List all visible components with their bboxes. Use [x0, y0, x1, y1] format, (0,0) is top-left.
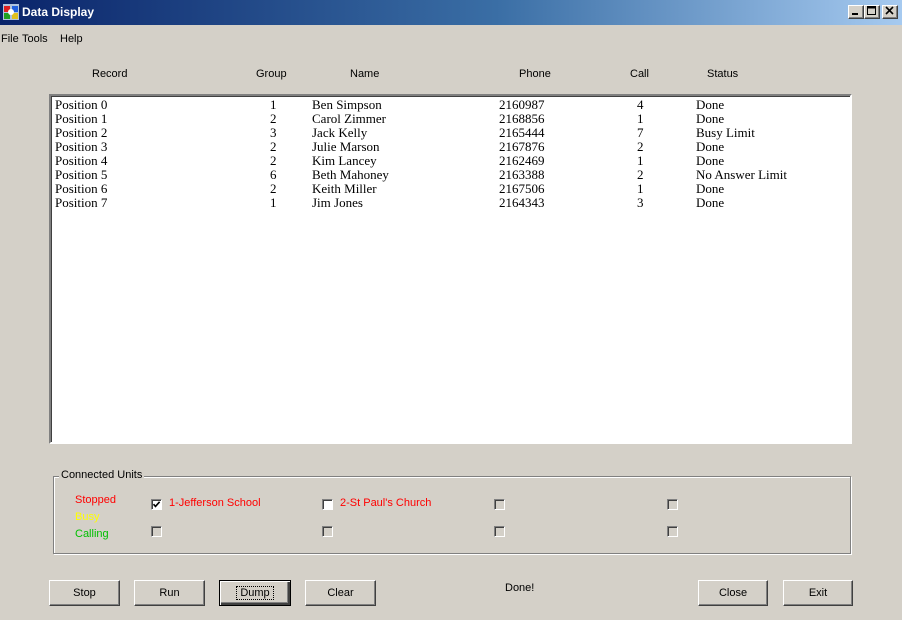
list-item[interactable]: Position 2 3 Jack Kelly 2165444 7 Busy L…	[51, 126, 850, 140]
call-cell: 2	[637, 139, 644, 154]
list-item[interactable]: Position 6 2 Keith Miller 2167506 1 Done	[51, 182, 850, 196]
status-cell: Busy Limit	[696, 125, 755, 140]
column-header-name: Name	[350, 68, 380, 80]
status-cell: Done	[696, 111, 725, 126]
phone-cell: 2163388	[499, 167, 545, 182]
connected-units-group: Connected Units Stopped Busy Calling 1-J…	[53, 469, 851, 554]
record-cell: Position 1	[55, 111, 108, 126]
group-cell: 2	[270, 139, 277, 154]
phone-cell: 2167876	[499, 139, 545, 154]
list-item[interactable]: Position 7 1 Jim Jones 2164343 3 Done	[51, 196, 850, 210]
phone-cell: 2168856	[499, 111, 545, 126]
record-cell: Position 6	[55, 181, 108, 196]
phone-cell: 2162469	[499, 153, 545, 168]
unit-checkbox-3	[494, 499, 505, 510]
name-cell: Carol Zimmer	[312, 111, 387, 126]
group-cell: 2	[270, 181, 277, 196]
run-button[interactable]: Run	[134, 580, 205, 606]
phone-cell: 2165444	[499, 125, 545, 140]
name-cell: Keith Miller	[312, 181, 377, 196]
unit-checkbox-6	[322, 526, 333, 537]
column-header-status: Status	[707, 68, 739, 80]
stop-button[interactable]: Stop	[49, 580, 120, 606]
minimize-icon	[851, 6, 861, 19]
menu-file[interactable]: File	[1, 33, 19, 45]
maximize-button[interactable]	[864, 5, 880, 19]
status-message: Done!	[505, 582, 535, 594]
unit-label-2[interactable]: 2-St Paul's Church	[340, 497, 431, 509]
record-cell: Position 7	[55, 195, 108, 210]
group-cell: 2	[270, 153, 277, 168]
name-cell: Jim Jones	[312, 195, 363, 210]
record-cell: Position 3	[55, 139, 108, 154]
group-cell: 3	[270, 125, 277, 140]
call-cell: 4	[637, 97, 644, 112]
connected-units-title: Connected Units	[59, 469, 145, 481]
maximize-icon	[867, 5, 877, 19]
group-cell: 1	[270, 97, 277, 112]
status-cell: Done	[696, 153, 725, 168]
minimize-button[interactable]	[848, 5, 864, 19]
status-cell: Done	[696, 181, 725, 196]
call-cell: 3	[637, 195, 644, 210]
unit-checkbox-2[interactable]	[322, 499, 333, 510]
exit-button[interactable]: Exit	[783, 580, 853, 606]
unit-checkbox-4	[667, 499, 678, 510]
column-header-record: Record	[92, 68, 128, 80]
list-item[interactable]: Position 4 2 Kim Lancey 2162469 1 Done	[51, 154, 850, 168]
group-cell: 6	[270, 167, 277, 182]
unit-checkbox-7	[494, 526, 505, 537]
record-cell: Position 2	[55, 125, 108, 140]
column-header-group: Group	[256, 68, 287, 80]
status-cell: Done	[696, 195, 725, 210]
legend-calling: Calling	[75, 528, 109, 540]
phone-cell: 2167506	[499, 181, 545, 196]
close-window-button[interactable]	[882, 5, 898, 19]
list-item[interactable]: Position 1 2 Carol Zimmer 2168856 1 Done	[51, 112, 850, 126]
dump-button[interactable]: Dump	[219, 580, 291, 606]
unit-checkbox-8	[667, 526, 678, 537]
phone-cell: 2160987	[499, 97, 545, 112]
name-cell: Beth Mahoney	[312, 167, 389, 182]
unit-checkbox-1[interactable]	[151, 499, 162, 510]
status-cell: Done	[696, 97, 725, 112]
dump-button-label: Dump	[236, 586, 274, 600]
record-cell: Position 5	[55, 167, 108, 182]
unit-checkbox-5	[151, 526, 162, 537]
unit-label-1[interactable]: 1-Jefferson School	[169, 497, 261, 509]
record-cell: Position 0	[55, 97, 108, 112]
app-icon	[3, 4, 19, 20]
record-cell: Position 4	[55, 153, 108, 168]
status-cell: Done	[696, 139, 725, 154]
records-listbox[interactable]: Position 0 1 Ben Simpson 2160987 4 Done …	[49, 94, 852, 444]
group-cell: 1	[270, 195, 277, 210]
title-bar[interactable]: Data Display	[0, 0, 902, 25]
list-item[interactable]: Position 5 6 Beth Mahoney 2163388 2 No A…	[51, 168, 850, 182]
column-header-phone: Phone	[519, 68, 551, 80]
call-cell: 1	[637, 111, 644, 126]
data-display-window: Data Display File Tools Help Record Grou…	[0, 0, 902, 620]
column-header-call: Call	[630, 68, 649, 80]
legend-stopped: Stopped	[75, 494, 116, 506]
group-cell: 2	[270, 111, 277, 126]
status-cell: No Answer Limit	[696, 167, 787, 182]
name-cell: Jack Kelly	[312, 125, 368, 140]
call-cell: 2	[637, 167, 644, 182]
menu-help[interactable]: Help	[60, 33, 83, 45]
close-button[interactable]: Close	[698, 580, 768, 606]
name-cell: Julie Marson	[312, 139, 380, 154]
call-cell: 1	[637, 181, 644, 196]
close-icon	[885, 5, 895, 19]
call-cell: 7	[637, 125, 644, 140]
list-item[interactable]: Position 3 2 Julie Marson 2167876 2 Done	[51, 140, 850, 154]
phone-cell: 2164343	[499, 195, 545, 210]
clear-button[interactable]: Clear	[305, 580, 376, 606]
window-title: Data Display	[22, 5, 95, 19]
name-cell: Kim Lancey	[312, 153, 377, 168]
menu-tools[interactable]: Tools	[22, 33, 48, 45]
list-item[interactable]: Position 0 1 Ben Simpson 2160987 4 Done	[51, 98, 850, 112]
name-cell: Ben Simpson	[312, 97, 382, 112]
call-cell: 1	[637, 153, 644, 168]
legend-busy: Busy	[75, 511, 100, 523]
